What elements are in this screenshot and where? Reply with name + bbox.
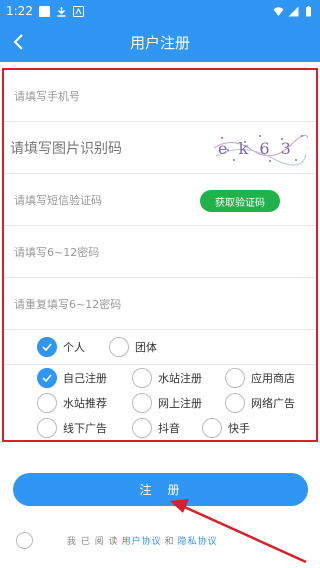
phone-placeholder: 请填写手机号 xyxy=(14,89,80,103)
status-time: 1:22 xyxy=(6,4,33,18)
source-label: 快手 xyxy=(228,422,250,435)
radio-icon xyxy=(132,368,152,388)
page-title: 用户注册 xyxy=(129,33,190,52)
app-header: 用户注册 xyxy=(0,22,320,62)
password-placeholder: 请填写6~12密码 xyxy=(14,245,100,259)
source-option[interactable]: 线下广告 xyxy=(37,418,107,438)
captcha-field[interactable]: 请填写图片识别码 e k 6 3 xyxy=(4,122,316,174)
sms-code-field[interactable]: 请填写短信验证码 获取验证码 xyxy=(4,174,316,226)
notification-icon xyxy=(72,5,84,17)
captcha-text: e k 6 3 xyxy=(218,139,294,158)
image-icon xyxy=(38,5,50,17)
agreement-text: 我 已 阅 读 用户协议 和 隐私协议 xyxy=(67,534,218,547)
wifi-icon xyxy=(273,6,284,16)
privacy-policy-link[interactable]: 隐私协议 xyxy=(178,534,218,547)
signal-icon xyxy=(288,6,299,16)
source-option[interactable]: 自己注册 xyxy=(37,368,107,388)
captcha-placeholder: 请填写图片识别码 xyxy=(10,140,122,157)
radio-icon xyxy=(132,418,152,438)
account-type-personal[interactable]: 个人 xyxy=(37,337,85,357)
radio-icon xyxy=(37,418,57,438)
captcha-image[interactable]: e k 6 3 xyxy=(212,130,308,166)
register-button[interactable]: 注 册 xyxy=(13,473,308,506)
confirm-password-placeholder: 请重复填写6~12密码 xyxy=(14,297,122,311)
account-type-group: 个人 团体 xyxy=(4,330,316,365)
source-label: 网络广告 xyxy=(251,397,295,410)
confirm-password-field[interactable]: 请重复填写6~12密码 xyxy=(4,278,316,330)
source-option[interactable]: 抖音 xyxy=(132,418,180,438)
account-type-group-option[interactable]: 团体 xyxy=(109,337,157,357)
radio-icon xyxy=(109,337,129,357)
source-option[interactable]: 水站推荐 xyxy=(37,393,107,413)
source-option[interactable]: 网上注册 xyxy=(132,393,202,413)
password-field[interactable]: 请填写6~12密码 xyxy=(4,226,316,278)
source-option[interactable]: 应用商店 xyxy=(225,368,295,388)
account-type-label: 个人 xyxy=(63,341,85,354)
agreement-and: 和 xyxy=(164,536,175,547)
source-label: 网上注册 xyxy=(158,397,202,410)
get-code-button[interactable]: 获取验证码 xyxy=(200,190,280,212)
source-label: 自己注册 xyxy=(63,372,107,385)
source-option[interactable]: 水站注册 xyxy=(132,368,202,388)
radio-icon xyxy=(225,393,245,413)
source-option[interactable]: 快手 xyxy=(202,418,250,438)
source-label: 线下广告 xyxy=(63,422,107,435)
source-option[interactable]: 网络广告 xyxy=(225,393,295,413)
radio-icon xyxy=(225,368,245,388)
source-group: 自己注册 水站注册 应用商店 水站推荐 网上注册 网络广告 线下广告 抖音 快手 xyxy=(4,365,316,444)
radio-icon xyxy=(37,393,57,413)
user-agreement-link[interactable]: 用户协议 xyxy=(122,534,162,547)
battery-icon xyxy=(306,5,311,16)
download-icon xyxy=(57,6,66,17)
radio-icon xyxy=(132,393,152,413)
account-type-label: 团体 xyxy=(135,341,157,354)
radio-icon xyxy=(202,418,222,438)
checked-radio-icon xyxy=(37,368,57,388)
back-button[interactable] xyxy=(8,31,30,53)
agreement-prefix: 我 已 阅 读 xyxy=(67,536,119,547)
source-label: 应用商店 xyxy=(251,372,295,385)
agreement-checkbox[interactable] xyxy=(16,531,33,549)
checked-radio-icon xyxy=(37,337,57,357)
registration-form: 请填写手机号 请填写图片识别码 e k 6 3 请填写短信验证码 获取验证码 请… xyxy=(2,68,318,442)
phone-field[interactable]: 请填写手机号 xyxy=(4,70,316,122)
status-bar: 1:22 xyxy=(0,0,320,22)
sms-placeholder: 请填写短信验证码 xyxy=(14,193,102,207)
chevron-left-icon xyxy=(13,34,23,50)
source-label: 抖音 xyxy=(158,422,180,435)
agreement-row: 我 已 阅 读 用户协议 和 隐私协议 xyxy=(16,531,306,549)
source-label: 水站推荐 xyxy=(63,397,107,410)
source-label: 水站注册 xyxy=(158,372,202,385)
